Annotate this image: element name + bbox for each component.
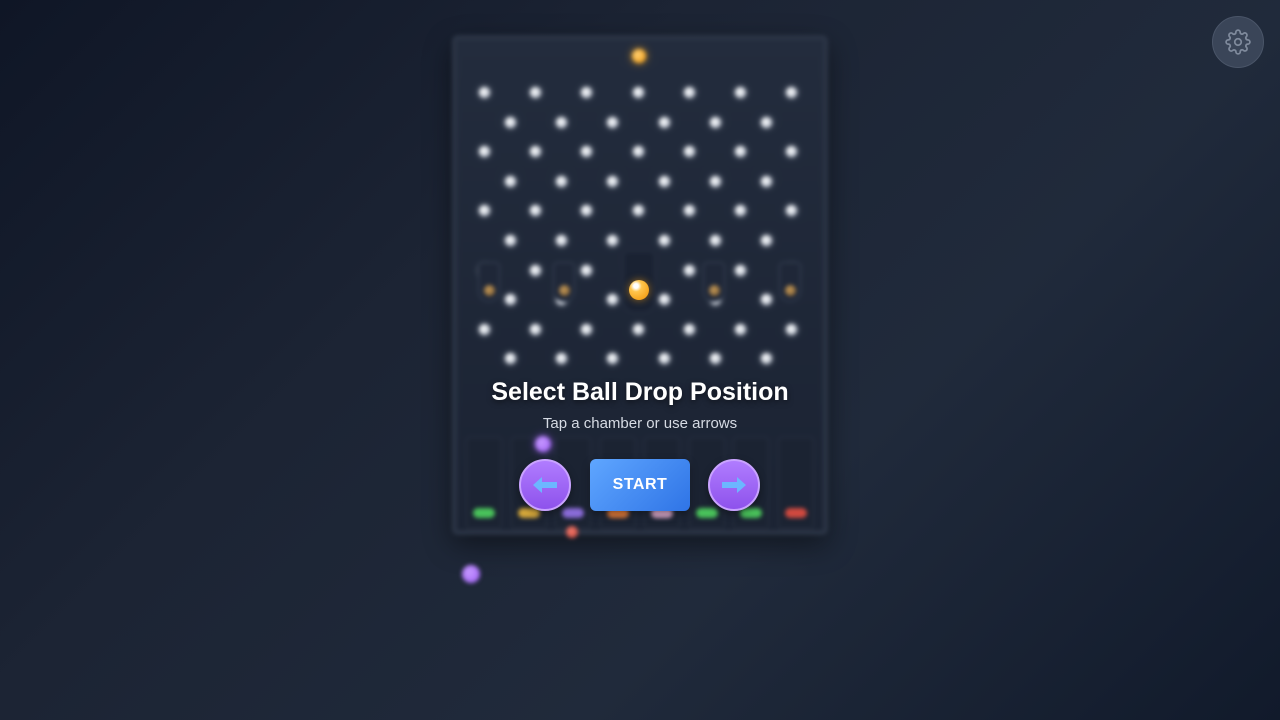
left-arrow-icon [533, 477, 557, 493]
prize-chip [562, 508, 584, 518]
bonus-marker [535, 436, 551, 452]
gear-icon [1225, 29, 1251, 55]
prize-slot [466, 437, 502, 529]
move-left-button[interactable] [519, 459, 571, 511]
prize-slot [777, 437, 814, 529]
legend-bonus-icon [462, 565, 480, 583]
prize-chip [695, 508, 718, 518]
prize-chip [473, 508, 495, 518]
overlay-title: Select Ball Drop Position [491, 378, 789, 406]
settings-button[interactable] [1212, 16, 1264, 68]
prize-chip [740, 508, 762, 518]
hazard-marker [566, 526, 578, 538]
move-right-button[interactable] [708, 459, 760, 511]
prize-chip [784, 508, 807, 518]
right-arrow-icon [722, 477, 746, 493]
start-button[interactable]: START [590, 459, 690, 511]
selected-ball [629, 280, 649, 300]
overlay-subtitle: Tap a chamber or use arrows [542, 415, 738, 432]
prize-legend [462, 560, 812, 583]
